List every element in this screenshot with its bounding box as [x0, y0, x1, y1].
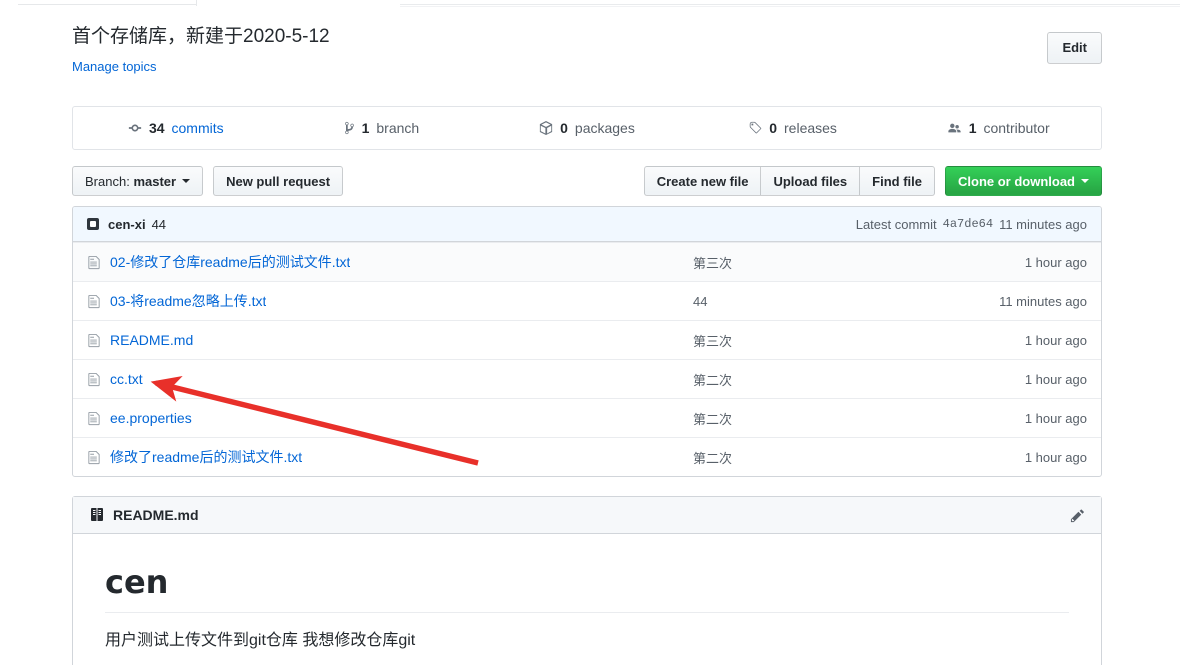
commit-sha[interactable]: 4a7de64: [943, 217, 993, 231]
file-icon: [87, 411, 101, 426]
package-icon: [539, 121, 553, 135]
file-age: 1 hour ago: [1024, 371, 1087, 387]
upload-files-button[interactable]: Upload files: [760, 166, 860, 196]
stat-branches-label: branch: [376, 120, 420, 136]
repository-description-section: 首个存储库，新建于2020-5-12 Manage topics Edit: [72, 24, 1102, 76]
commit-age: 11 minutes ago: [999, 216, 1087, 232]
git-branch-icon: [344, 121, 355, 135]
repository-page: 首个存储库，新建于2020-5-12 Manage topics Edit 34…: [0, 0, 1196, 665]
book-icon: [89, 507, 105, 523]
edit-description-button[interactable]: Edit: [1047, 32, 1102, 64]
file-name-cell: 修改了readme后的测试文件.txt: [87, 447, 687, 467]
table-row[interactable]: 02-修改了仓库readme后的测试文件.txt 第三次 1 hour ago: [73, 242, 1101, 281]
stat-releases-count: 0: [769, 120, 778, 136]
table-row[interactable]: 修改了readme后的测试文件.txt 第二次 1 hour ago: [73, 437, 1101, 476]
repository-toolbar: Branch: master New pull request Create n…: [72, 166, 1102, 196]
file-name-cell: 02-修改了仓库readme后的测试文件.txt: [87, 252, 687, 272]
tag-icon: [748, 121, 762, 135]
table-row[interactable]: README.md 第三次 1 hour ago: [73, 320, 1101, 359]
stat-commits-label: commits: [171, 120, 224, 136]
git-commit-icon: [128, 121, 142, 135]
file-age: 1 hour ago: [1024, 254, 1087, 270]
file-icon: [87, 450, 101, 465]
find-file-button[interactable]: Find file: [859, 166, 935, 196]
clone-or-download-label: Clone or download: [958, 173, 1075, 189]
toolbar-left-group: Branch: master New pull request: [72, 166, 344, 196]
file-link[interactable]: 03-将readme忽略上传.txt: [110, 291, 266, 311]
file-icon: [87, 294, 101, 309]
file-name-cell: README.md: [87, 332, 687, 348]
file-name-cell: ee.properties: [87, 410, 687, 426]
latest-commit-row: cen-xi 44 Latest commit 4a7de64 11 minut…: [73, 207, 1101, 242]
file-commit-message[interactable]: 第三次: [687, 331, 937, 350]
stat-releases-label: releases: [784, 120, 837, 136]
readme-heading: cen: [105, 562, 1069, 613]
repository-stats-bar: 34 commits 1 branch 0 packages 0 release…: [72, 106, 1102, 150]
chevron-down-icon: [1081, 179, 1089, 183]
clone-or-download-button[interactable]: Clone or download: [945, 166, 1102, 196]
readme-body: cen 用户测试上传文件到git仓库 我想修改仓库git: [73, 534, 1101, 665]
avatar: [87, 218, 99, 230]
readme-header: README.md: [73, 497, 1101, 534]
stat-commits-count: 34: [148, 120, 165, 136]
people-icon: [947, 121, 962, 135]
stat-contributors[interactable]: 1 contributor: [895, 107, 1101, 149]
chevron-down-icon: [182, 179, 191, 183]
stat-releases[interactable]: 0 releases: [690, 107, 896, 149]
file-link[interactable]: README.md: [110, 332, 193, 348]
file-icon: [87, 372, 101, 387]
file-age: 1 hour ago: [1024, 410, 1087, 426]
branch-selector-button[interactable]: Branch: master: [72, 166, 204, 196]
commit-author-name[interactable]: cen-xi: [108, 217, 146, 232]
nav-divider-right-2: [400, 6, 1180, 7]
stat-packages-count: 0: [560, 120, 568, 136]
file-link[interactable]: 02-修改了仓库readme后的测试文件.txt: [110, 252, 350, 272]
file-commit-message[interactable]: 第二次: [687, 448, 937, 467]
file-actions-group: Create new file Upload files Find file: [643, 166, 935, 196]
commit-message[interactable]: 44: [152, 217, 166, 232]
file-age: 11 minutes ago: [999, 293, 1087, 309]
stat-contributors-count: 1: [968, 120, 977, 136]
file-list-container: cen-xi 44 Latest commit 4a7de64 11 minut…: [72, 206, 1102, 477]
manage-topics-link[interactable]: Manage topics: [72, 59, 157, 74]
nav-divider-left: [18, 4, 196, 5]
file-age: 1 hour ago: [1024, 449, 1087, 465]
create-new-file-button[interactable]: Create new file: [643, 166, 761, 196]
branch-prefix-label: Branch:: [85, 173, 130, 189]
stat-contributors-label: contributor: [983, 120, 1050, 136]
file-commit-message[interactable]: 第二次: [687, 409, 937, 428]
readme-title: README.md: [113, 507, 199, 523]
stat-branches[interactable]: 1 branch: [279, 107, 485, 149]
file-age: 1 hour ago: [1024, 332, 1087, 348]
file-icon: [87, 333, 101, 348]
table-row[interactable]: ee.properties 第二次 1 hour ago: [73, 398, 1101, 437]
nav-divider-right: [400, 4, 1180, 5]
file-commit-message[interactable]: 第三次: [687, 253, 937, 272]
readme-paragraph: 用户测试上传文件到git仓库 我想修改仓库git: [105, 632, 416, 649]
table-row[interactable]: 03-将readme忽略上传.txt 44 11 minutes ago: [73, 281, 1101, 320]
file-name-cell: cc.txt: [87, 371, 687, 387]
edit-readme-pencil-icon[interactable]: [1070, 508, 1085, 523]
toolbar-right-group: Create new file Upload files Find file C…: [643, 166, 1102, 196]
stat-commits[interactable]: 34 commits: [73, 107, 279, 149]
stat-branches-count: 1: [361, 120, 370, 136]
file-link[interactable]: 修改了readme后的测试文件.txt: [110, 447, 302, 467]
nav-divider-tab: [196, 0, 197, 6]
branch-name-label: master: [133, 173, 177, 189]
file-icon: [87, 255, 101, 270]
file-commit-message[interactable]: 44: [687, 294, 937, 309]
file-link[interactable]: cc.txt: [110, 371, 143, 387]
table-row[interactable]: cc.txt 第二次 1 hour ago: [73, 359, 1101, 398]
file-commit-message[interactable]: 第二次: [687, 370, 937, 389]
repository-description: 首个存储库，新建于2020-5-12: [72, 26, 330, 47]
stat-packages-label: packages: [574, 120, 635, 136]
latest-commit-meta: Latest commit 4a7de64 11 minutes ago: [856, 217, 1087, 232]
file-link[interactable]: ee.properties: [110, 410, 192, 426]
latest-commit-prefix: Latest commit: [855, 216, 937, 232]
nav-bar-remnant: [0, 0, 1196, 7]
file-name-cell: 03-将readme忽略上传.txt: [87, 291, 687, 311]
stat-packages[interactable]: 0 packages: [484, 107, 690, 149]
readme-container: README.md cen 用户测试上传文件到git仓库 我想修改仓库git: [72, 496, 1102, 665]
new-pull-request-button[interactable]: New pull request: [213, 166, 344, 196]
